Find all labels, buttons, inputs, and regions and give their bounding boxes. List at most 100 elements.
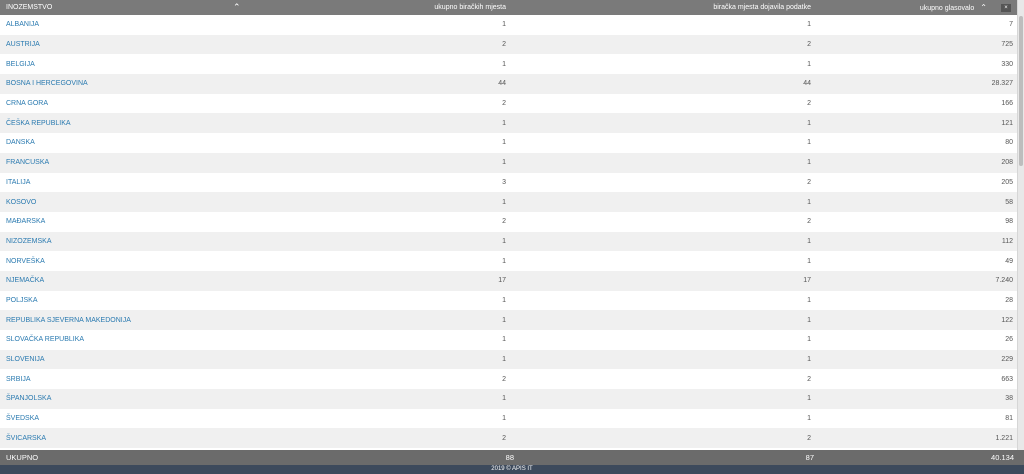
chevron-up-icon[interactable]: ⌃	[233, 2, 241, 13]
voted-total-cell: 26	[1005, 336, 1013, 344]
country-link[interactable]: NIZOZEMSKA	[0, 232, 260, 252]
country-link[interactable]: MAĐARSKA	[0, 212, 260, 232]
voted-total-cell: 7	[1009, 21, 1013, 29]
country-link[interactable]: FRANCUSKA	[0, 153, 260, 173]
country-link[interactable]: POLJSKA	[0, 291, 260, 311]
voted-total-cell: 98	[1005, 218, 1013, 226]
polling-total-cell: 1	[502, 336, 506, 344]
totals-polling-reported: 87	[805, 453, 814, 462]
table-row: NORVEŠKA 1 1 49	[0, 251, 1017, 271]
country-link[interactable]: AUSTRIJA	[0, 35, 260, 55]
country-link[interactable]: ITALIJA	[0, 173, 260, 193]
table-row: SRBIJA 2 2 663	[0, 369, 1017, 390]
polling-reported-cell: 1	[807, 336, 811, 344]
table-row: NJEMAČKA 17 17 7.240	[0, 270, 1017, 291]
country-link[interactable]: DANSKA	[0, 133, 260, 153]
country-link[interactable]: ŠPANJOLSKA	[0, 389, 260, 409]
polling-total-cell: 2	[502, 218, 506, 226]
polling-total-cell: 1	[502, 119, 506, 127]
polling-reported-cell: 44	[803, 80, 811, 88]
polling-reported-cell: 1	[807, 296, 811, 304]
voted-total-cell: 7.240	[995, 277, 1013, 285]
close-icon[interactable]: ×	[1001, 4, 1011, 12]
country-link[interactable]: SLOVENIJA	[0, 350, 260, 370]
country-link[interactable]: BOSNA I HERCEGOVINA	[0, 74, 260, 94]
polling-total-cell: 1	[502, 60, 506, 68]
scrollbar-thumb[interactable]	[1019, 16, 1023, 166]
voted-total-cell: 112	[1001, 237, 1013, 245]
polling-total-cell: 2	[502, 375, 506, 383]
country-link[interactable]: ŠVICARSKA	[0, 428, 260, 448]
voted-total-cell: 121	[1001, 119, 1013, 127]
voted-total-cell: 208	[1001, 159, 1013, 167]
col-header-polling-reported[interactable]: biračka mjesta dojavila podatke	[510, 0, 815, 15]
table-row: BELGIJA 1 1 330	[0, 54, 1017, 75]
table-row: CRNA GORA 2 2 166	[0, 93, 1017, 114]
country-link[interactable]: SLOVAČKA REPUBLIKA	[0, 330, 260, 350]
country-link[interactable]: NORVEŠKA	[0, 251, 260, 271]
voted-total-cell: 1.221	[995, 434, 1013, 442]
polling-total-cell: 44	[498, 80, 506, 88]
table-row: MAĐARSKA 2 2 98	[0, 211, 1017, 232]
voted-total-cell: 28.327	[991, 80, 1013, 88]
polling-reported-cell: 1	[807, 237, 811, 245]
voted-total-cell: 122	[1001, 316, 1013, 324]
table-row: NIZOZEMSKA 1 1 112	[0, 231, 1017, 252]
table-row: DANSKA 1 1 80	[0, 133, 1017, 153]
polling-total-cell: 2	[502, 100, 506, 108]
polling-reported-cell: 1	[807, 159, 811, 167]
country-link[interactable]: NJEMAČKA	[0, 271, 260, 291]
table-row: ČEŠKA REPUBLIKA 1 1 121	[0, 113, 1017, 134]
country-link[interactable]: REPUBLIKA SJEVERNA MAKEDONIJA	[0, 310, 260, 330]
polling-total-cell: 3	[502, 178, 506, 186]
country-link[interactable]: BELGIJA	[0, 54, 260, 74]
results-table-container: INOZEMSTVO ⌃ ukupno biračkih mjesta bira…	[0, 0, 1017, 450]
voted-total-cell: 725	[1001, 41, 1013, 49]
vertical-scrollbar[interactable]	[1017, 0, 1024, 450]
table-row: ŠVEDSKA 1 1 81	[0, 408, 1017, 429]
table-row: POLJSKA 1 1 28	[0, 290, 1017, 311]
table-row: REPUBLIKA SJEVERNA MAKEDONIJA 1 1 122	[0, 310, 1017, 330]
polling-total-cell: 17	[498, 277, 506, 285]
polling-reported-cell: 2	[807, 178, 811, 186]
polling-reported-cell: 1	[807, 21, 811, 29]
polling-total-cell: 1	[502, 395, 506, 403]
table-row: KOSOVO 1 1 58	[0, 192, 1017, 212]
polling-reported-cell: 1	[807, 395, 811, 403]
country-link[interactable]: ČEŠKA REPUBLIKA	[0, 113, 260, 133]
table-row: SLOVAČKA REPUBLIKA 1 1 26	[0, 330, 1017, 350]
col-header-voted-total[interactable]: ukupno glasovalo ⌃ ×	[815, 0, 1017, 15]
col-header-country[interactable]: INOZEMSTVO ⌃	[0, 0, 260, 15]
col-header-polling-total-label: ukupno biračkih mjesta	[434, 4, 506, 11]
polling-reported-cell: 1	[807, 119, 811, 127]
totals-label: UKUPNO	[6, 453, 39, 462]
col-header-voted-total-label: ukupno glasovalo	[919, 4, 975, 12]
table-row: ŠPANJOLSKA 1 1 38	[0, 389, 1017, 409]
table-header: INOZEMSTVO ⌃ ukupno biračkih mjesta bira…	[0, 0, 1017, 15]
table-row: ALBANIJA 1 1 7	[0, 15, 1017, 35]
country-link[interactable]: CRNA GORA	[0, 94, 260, 114]
table-body: ALBANIJA 1 1 7 AUSTRIJA 2 2 725 BELGIJA 1 1 330 BOSN…	[0, 15, 1017, 449]
polling-reported-cell: 1	[807, 198, 811, 206]
table-row: ŠVICARSKA 2 2 1.221	[0, 428, 1017, 449]
country-link[interactable]: ALBANIJA	[0, 15, 260, 35]
polling-reported-cell: 2	[807, 100, 811, 108]
polling-reported-cell: 17	[803, 277, 811, 285]
col-header-polling-total[interactable]: ukupno biračkih mjesta	[260, 0, 510, 15]
chevron-up-icon[interactable]: ⌃	[980, 3, 987, 12]
country-link[interactable]: ŠVEDSKA	[0, 409, 260, 429]
polling-total-cell: 1	[502, 415, 506, 423]
country-link[interactable]: KOSOVO	[0, 192, 260, 212]
country-link[interactable]: SRBIJA	[0, 369, 260, 389]
polling-total-cell: 1	[502, 139, 506, 147]
voted-total-cell: 38	[1005, 395, 1013, 403]
polling-reported-cell: 1	[807, 356, 811, 364]
voted-total-cell: 80	[1005, 139, 1013, 147]
totals-polling-total: 88	[505, 453, 514, 462]
polling-total-cell: 1	[502, 356, 506, 364]
polling-total-cell: 1	[502, 237, 506, 245]
polling-total-cell: 1	[502, 296, 506, 304]
voted-total-cell: 663	[1001, 375, 1013, 383]
table-row: SLOVENIJA 1 1 229	[0, 349, 1017, 370]
totals-voted: 40.134	[991, 453, 1014, 462]
